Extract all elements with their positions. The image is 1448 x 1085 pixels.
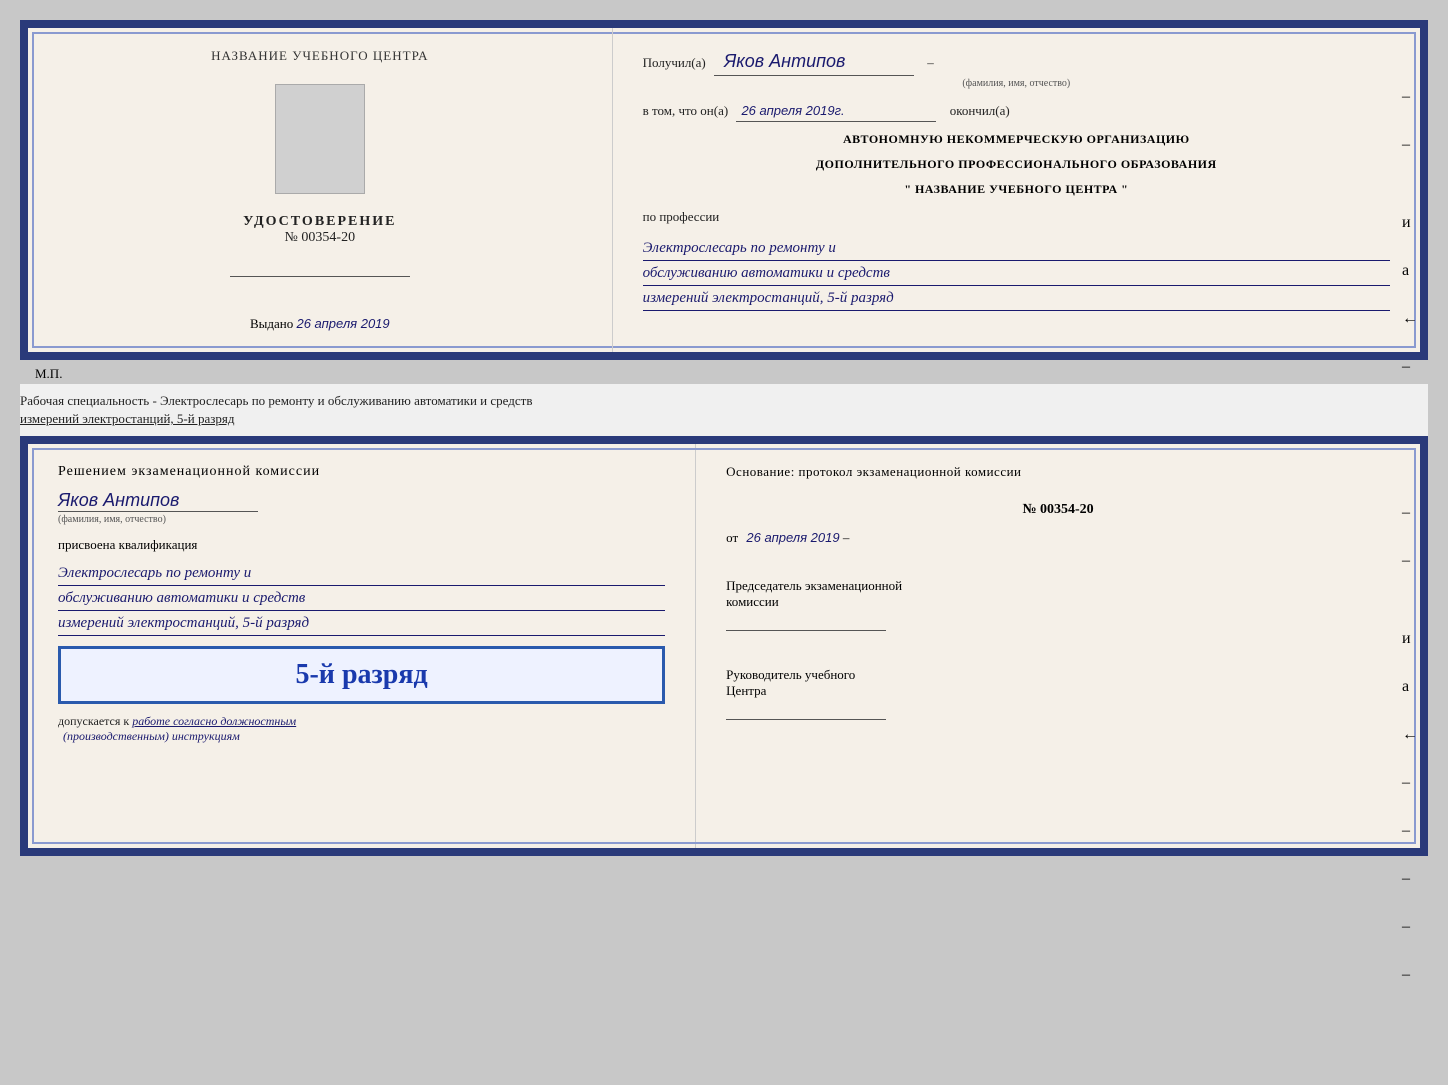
profession-line3: измерений электростанций, 5-й разряд — [643, 286, 1390, 311]
date-row: от 26 апреля 2019 – — [726, 530, 1390, 546]
director-section: Руководитель учебного Центра — [726, 667, 1390, 724]
org-quote: " НАЗВАНИЕ УЧЕБНОГО ЦЕНТРА " — [643, 182, 1390, 197]
fio-label: (фамилия, имя, отчество) — [643, 76, 1390, 91]
separator-line1: Рабочая специальность - Электрослесарь п… — [20, 392, 1428, 410]
admitted-handwritten: работе согласно должностным — [132, 714, 296, 728]
decision-label: Решением экзаменационной комиссии — [58, 464, 665, 480]
bottom-profession: Электрослесарь по ремонту и обслуживанию… — [58, 561, 665, 636]
admitted-label: допускается к — [58, 714, 129, 728]
in-that-row: в том, что он(а) 26 апреля 2019г. окончи… — [643, 101, 1390, 122]
photo-placeholder — [275, 84, 365, 194]
bottom-fio-label: (фамилия, имя, отчество) — [58, 514, 665, 525]
completion-date: 26 апреля 2019г. — [736, 101, 936, 122]
basis-label: Основание: протокол экзаменационной коми… — [726, 464, 1390, 480]
right-marks-bottom: – – и а ← – – – – – — [1402, 504, 1418, 984]
mp-label: М.П. — [35, 366, 62, 381]
bottom-profession-line2: обслуживанию автоматики и средств — [58, 586, 665, 611]
bottom-recipient-name: Яков Антипов — [58, 490, 665, 511]
profession-line2: обслуживанию автоматики и средств — [643, 261, 1390, 286]
top-left-title: НАЗВАНИЕ УЧЕБНОГО ЦЕНТРА — [211, 48, 428, 64]
bottom-profession-line1: Электрослесарь по ремонту и — [58, 561, 665, 586]
top-diploma-left: НАЗВАНИЕ УЧЕБНОГО ЦЕНТРА УДОСТОВЕРЕНИЕ №… — [28, 28, 613, 352]
cert-title: УДОСТОВЕРЕНИЕ — [243, 214, 396, 230]
mp-section: М.П. — [20, 364, 1428, 384]
qualification-label: присвоена квалификация — [58, 537, 665, 553]
bottom-diploma: Решением экзаменационной комиссии Яков А… — [20, 436, 1428, 856]
chairman-signature-line — [726, 630, 886, 631]
received-row: Получил(а) Яков Антипов – (фамилия, имя,… — [643, 48, 1390, 91]
issued-label: Выдано — [250, 316, 293, 331]
director-label2: Центра — [726, 683, 1390, 699]
issued-date: 26 апреля 2019 — [296, 316, 389, 331]
recipient-name: Яков Антипов — [714, 48, 914, 76]
date-value: 26 апреля 2019 — [746, 530, 839, 545]
chairman-section: Председатель экзаменационной комиссии — [726, 578, 1390, 635]
bottom-profession-line3: измерений электростанций, 5-й разряд — [58, 611, 665, 636]
chairman-label: Председатель экзаменационной — [726, 578, 1390, 594]
document-container: НАЗВАНИЕ УЧЕБНОГО ЦЕНТРА УДОСТОВЕРЕНИЕ №… — [20, 20, 1428, 856]
admitted-section: допускается к работе согласно должностны… — [58, 714, 665, 729]
top-diploma: НАЗВАНИЕ УЧЕБНОГО ЦЕНТРА УДОСТОВЕРЕНИЕ №… — [20, 20, 1428, 360]
finished-label: окончил(а) — [950, 103, 1010, 118]
profession-text: Электрослесарь по ремонту и обслуживанию… — [643, 236, 1390, 311]
org-line2: ДОПОЛНИТЕЛЬНОГО ПРОФЕССИОНАЛЬНОГО ОБРАЗО… — [643, 157, 1390, 172]
right-marks-top: – – и а ← – — [1402, 88, 1418, 376]
top-diploma-right: Получил(а) Яков Антипов – (фамилия, имя,… — [613, 28, 1420, 352]
received-label: Получил(а) — [643, 55, 706, 70]
cert-number: № 00354-20 — [285, 230, 356, 246]
profession-label: по профессии — [643, 207, 1390, 227]
admitted-handwritten2: (производственным) инструкциям — [63, 729, 665, 744]
rank-big: 5-й разряд — [76, 659, 647, 691]
separator-line2: измерений электростанций, 5-й разряд — [20, 410, 1428, 428]
chairman-label2: комиссии — [726, 594, 1390, 610]
director-signature-line — [726, 719, 886, 720]
in-that-label: в том, что он(а) — [643, 103, 729, 118]
org-line1: АВТОНОМНУЮ НЕКОММЕРЧЕСКУЮ ОРГАНИЗАЦИЮ — [643, 132, 1390, 147]
profession-line1: Электрослесарь по ремонту и — [643, 236, 1390, 261]
director-label: Руководитель учебного — [726, 667, 1390, 683]
bottom-diploma-left: Решением экзаменационной комиссии Яков А… — [28, 444, 696, 848]
protocol-number: № 00354-20 — [726, 502, 1390, 518]
separator-section: Рабочая специальность - Электрослесарь п… — [20, 384, 1428, 436]
rank-box: 5-й разряд — [58, 646, 665, 704]
date-label: от — [726, 530, 738, 545]
issued-line: Выдано 26 апреля 2019 — [250, 316, 390, 332]
bottom-diploma-right: Основание: протокол экзаменационной коми… — [696, 444, 1420, 848]
